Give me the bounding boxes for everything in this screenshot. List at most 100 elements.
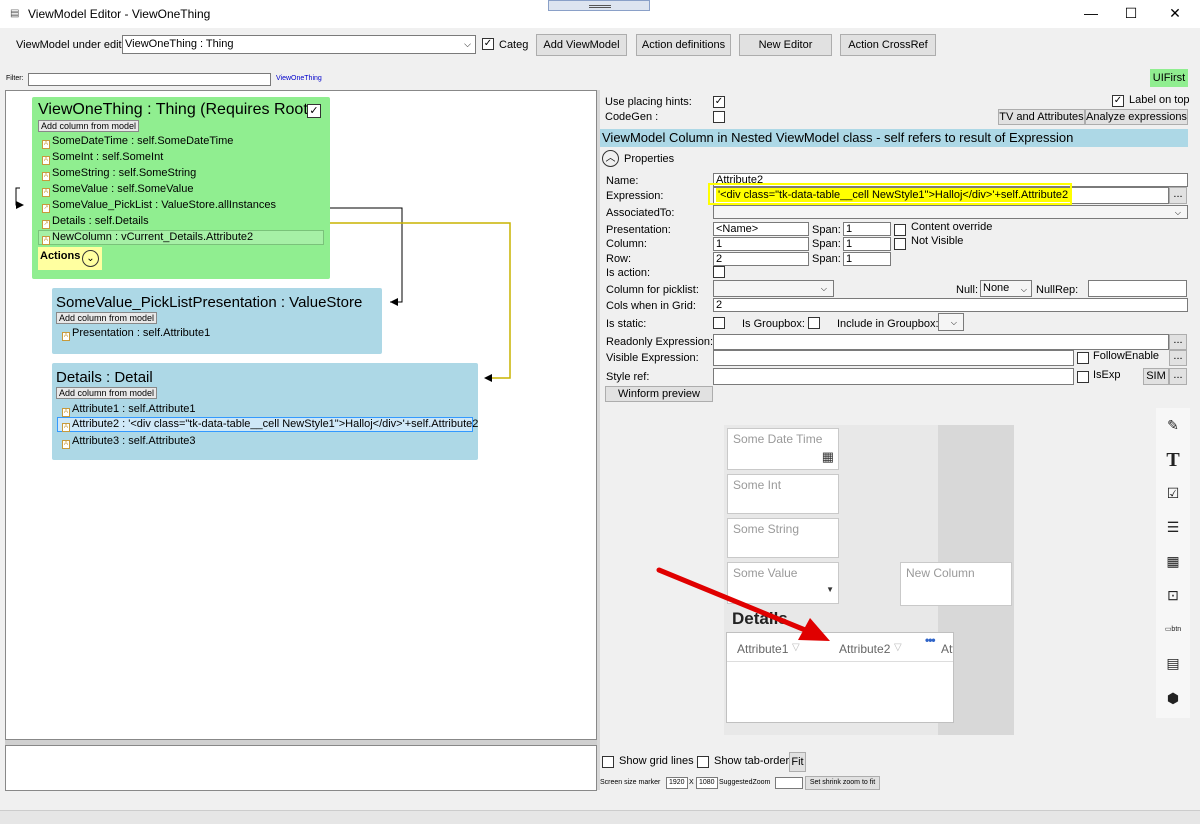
viewmodel-select[interactable]: ViewOneThing : Thing ⌵ (122, 35, 476, 54)
edit-icon[interactable]: ✎ (1158, 411, 1188, 439)
more-options-icon[interactable]: ••• (925, 633, 936, 647)
preview-field-new-column[interactable]: New Column (900, 562, 1012, 606)
chevron-up-icon[interactable]: ︿ (602, 150, 619, 167)
list-item[interactable]: ↗ Details : self.Details (42, 215, 149, 229)
label-on-top-checkbox[interactable]: ✓ (1112, 95, 1124, 107)
readonly-ellipsis-button[interactable]: ... (1169, 334, 1187, 350)
grid-column-header[interactable]: Att (941, 642, 953, 656)
column-picklist-select[interactable]: ⌵ (713, 280, 834, 297)
list-item[interactable]: A Attribute1 : self.Attribute1 (62, 403, 196, 417)
nullrep-field[interactable] (1088, 280, 1187, 297)
include-groupbox-select[interactable]: ⌵ (938, 313, 964, 331)
expression-ellipsis-button[interactable]: ... (1169, 187, 1187, 204)
grid-column-header[interactable]: Attribute2 (839, 642, 890, 656)
column-field[interactable]: 1 (713, 237, 809, 251)
viewonething-node[interactable]: ViewOneThing : Thing (Requires Root ✓ Ad… (32, 97, 330, 279)
image-icon[interactable]: ⊡ (1158, 581, 1188, 609)
categ-checkbox[interactable]: ✓ (482, 38, 494, 50)
package-icon[interactable]: ⬢ (1158, 684, 1188, 712)
close-button[interactable]: ✕ (1152, 0, 1198, 28)
analyze-expressions-button[interactable]: Analyze expressions (1085, 109, 1188, 125)
list-item[interactable]: A SomeString : self.SomeString (42, 167, 196, 181)
chevron-down-icon: ⌵ (1174, 208, 1181, 217)
actions-panel[interactable]: Actions ⌄ (38, 247, 102, 270)
add-column-button[interactable]: Add column from model (56, 387, 158, 399)
dropdown-list-icon[interactable]: ☰ (1158, 513, 1188, 541)
span-field[interactable]: 1 (843, 252, 891, 266)
diagram-canvas[interactable]: ViewOneThing : Thing (Requires Root ✓ Ad… (5, 90, 597, 740)
list-item[interactable]: A SomeDateTime : self.SomeDateTime (42, 135, 233, 149)
span-field[interactable]: 1 (843, 222, 891, 236)
attribute-icon: A (42, 236, 50, 245)
winform-preview-button[interactable]: Winform preview (605, 386, 713, 402)
set-shrink-zoom-button[interactable]: Set shrink zoom to fit (805, 776, 880, 790)
screen-width-field[interactable]: 1920 (666, 777, 688, 789)
use-placing-hints-checkbox[interactable]: ✓ (713, 96, 725, 108)
filter-icon[interactable]: ▽ (894, 642, 902, 653)
tv-attributes-button[interactable]: TV and Attributes (998, 109, 1085, 125)
show-tab-order-checkbox[interactable] (697, 756, 709, 768)
row-field[interactable]: 2 (713, 252, 809, 266)
viewmodel-select-value: ViewOneThing : Thing (125, 38, 234, 50)
list-icon[interactable]: ▤ (1158, 649, 1188, 677)
is-action-checkbox[interactable] (713, 266, 725, 278)
preview-field-some-int[interactable]: Some Int (727, 474, 839, 514)
requires-root-checkbox[interactable]: ✓ (307, 104, 321, 118)
filter-input[interactable] (28, 73, 271, 86)
fit-button[interactable]: Fit (789, 752, 806, 772)
is-groupbox-checkbox[interactable] (808, 317, 820, 329)
readonly-expr-field[interactable] (713, 334, 1169, 350)
details-node[interactable]: Details : Detail Add column from model A… (52, 363, 478, 460)
visible-expr-field[interactable] (713, 350, 1074, 366)
preview-field-some-string[interactable]: Some String (727, 518, 839, 558)
action-crossref-button[interactable]: Action CrossRef (840, 34, 936, 56)
follow-enable-checkbox[interactable] (1077, 352, 1089, 364)
calendar-icon[interactable]: ▦ (1158, 547, 1188, 575)
span-field[interactable]: 1 (843, 237, 891, 251)
maximize-button[interactable]: ☐ (1108, 0, 1154, 28)
content-override-checkbox[interactable] (894, 224, 906, 236)
checkbox-icon[interactable]: ☑ (1158, 479, 1188, 507)
screen-height-field[interactable]: 1080 (696, 777, 718, 789)
lower-pane[interactable] (5, 745, 597, 791)
chevron-down-icon[interactable]: ⌄ (82, 250, 99, 267)
button-icon[interactable]: ▭btn (1158, 616, 1188, 644)
add-column-button[interactable]: Add column from model (56, 312, 158, 324)
expression-field[interactable]: '<div class="tk-data-table__cell NewStyl… (713, 187, 1169, 204)
sim-button[interactable]: SIM (1143, 368, 1169, 385)
null-select[interactable]: None ⌵ (980, 280, 1032, 297)
list-item[interactable]: ↗ SomeValue_PickList : ValueStore.allInst… (42, 199, 276, 213)
visible-ellipsis-button[interactable]: ... (1169, 350, 1187, 366)
list-item[interactable]: A SomeValue : self.SomeValue (42, 183, 193, 197)
suggested-zoom-field[interactable] (775, 777, 803, 789)
filter-viewmodel-link[interactable]: ViewOneThing (276, 75, 322, 82)
show-grid-lines-checkbox[interactable] (602, 756, 614, 768)
list-item[interactable]: A Attribute3 : self.Attribute3 (62, 435, 196, 449)
new-editor-button[interactable]: New Editor (739, 34, 832, 56)
is-static-checkbox[interactable] (713, 317, 725, 329)
codegen-checkbox[interactable] (713, 111, 725, 123)
list-item[interactable]: A Presentation : self.Attribute1 (62, 327, 210, 341)
add-viewmodel-button[interactable]: Add ViewModel (536, 34, 627, 56)
background-window-strip (0, 810, 1200, 824)
isexp-checkbox[interactable] (1077, 371, 1089, 383)
add-column-button[interactable]: Add column from model (38, 120, 140, 132)
presentation-field[interactable]: <Name> (713, 222, 809, 236)
preview-field-some-date-time[interactable]: Some Date Time ▦ (727, 428, 839, 470)
list-item-selected[interactable]: A Attribute2 : '<div class="tk-data-table… (57, 417, 478, 432)
calendar-icon[interactable]: ▦ (822, 449, 834, 465)
style-ref-field[interactable] (713, 368, 1074, 385)
list-item[interactable]: A SomeInt : self.SomeInt (42, 151, 163, 165)
name-field[interactable]: Attribute2 (713, 173, 1188, 187)
isexp-label: IsExp (1093, 369, 1121, 381)
style-ellipsis-button[interactable]: ... (1169, 368, 1187, 385)
uifirst-toggle[interactable]: UIFirst (1150, 69, 1188, 87)
not-visible-checkbox[interactable] (894, 238, 906, 250)
drag-handle[interactable] (548, 0, 650, 11)
list-item-selected[interactable]: A NewColumn : vCurrent_Details.Attribute2 (38, 230, 324, 245)
associated-select[interactable]: ⌵ (713, 205, 1188, 219)
cols-grid-field[interactable]: 2 (713, 298, 1188, 312)
picklist-node[interactable]: SomeValue_PickListPresentation : ValueSt… (52, 288, 382, 354)
action-definitions-button[interactable]: Action definitions (636, 34, 731, 56)
text-icon[interactable]: T (1158, 446, 1188, 474)
